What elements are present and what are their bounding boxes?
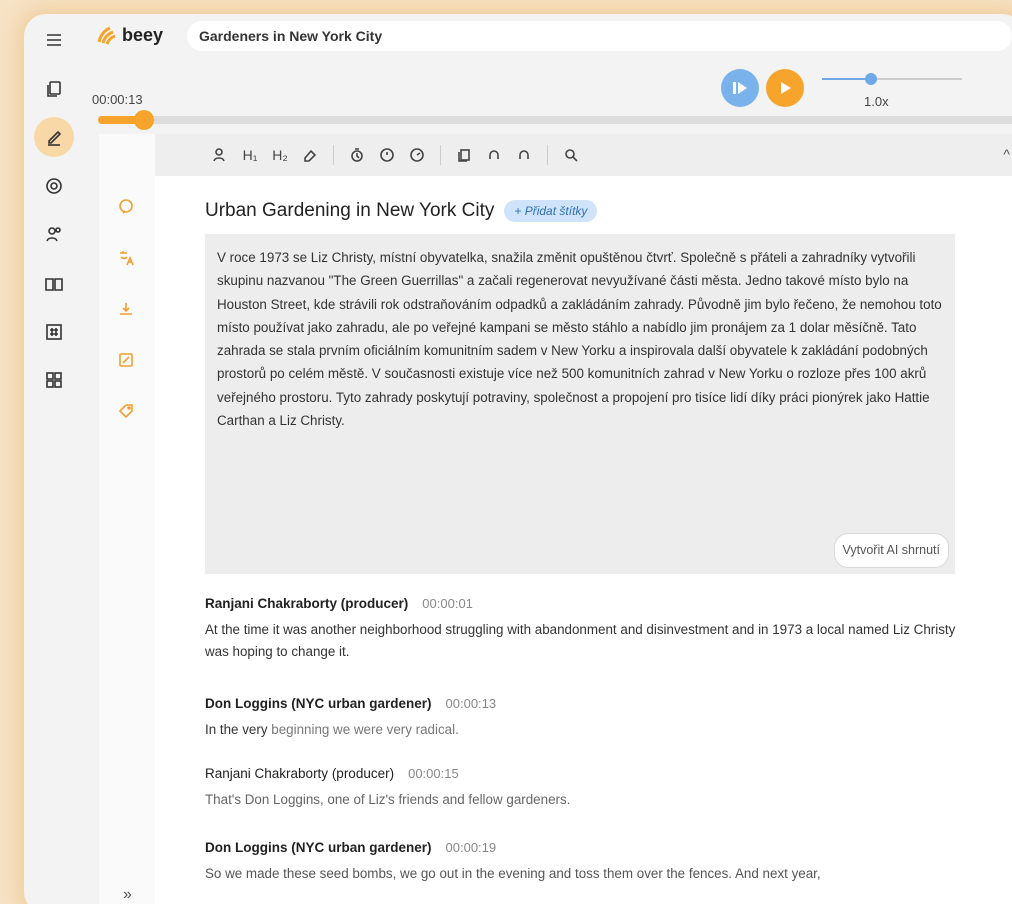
- segment-timestamp[interactable]: 00:00:19: [446, 840, 497, 855]
- progress-handle[interactable]: [134, 110, 155, 130]
- speed-label: 1.0x: [864, 94, 889, 109]
- transcript-segment: Ranjani Chakraborty (producer) 00:00:01 A…: [205, 596, 975, 663]
- speaker-label[interactable]: Don Loggins (NYC urban gardener) 00:00:13: [205, 696, 975, 711]
- add-tags-button[interactable]: + Přidat štítky: [504, 200, 598, 222]
- copy-icon[interactable]: [449, 140, 479, 170]
- transcript-segment: Don Loggins (NYC urban gardener) 00:00:13…: [205, 696, 975, 741]
- tag-icon[interactable]: [115, 400, 137, 422]
- redo-icon[interactable]: [509, 140, 539, 170]
- speaker-label[interactable]: Ranjani Chakraborty (producer) 00:00:15: [205, 766, 975, 781]
- document-heading: Urban Gardening in New York City + Přida…: [205, 200, 598, 222]
- segment-timestamp[interactable]: 00:00:13: [446, 696, 497, 711]
- toolbar-divider: [333, 145, 334, 165]
- heading2-button[interactable]: H₂: [265, 140, 295, 170]
- speaker-icon[interactable]: [205, 140, 235, 170]
- forward-icon[interactable]: [402, 140, 432, 170]
- rewind-icon[interactable]: [372, 140, 402, 170]
- chat-icon[interactable]: [115, 196, 137, 218]
- segment-text[interactable]: That's Don Loggins, one of Liz's friends…: [205, 789, 975, 811]
- edit-note-icon[interactable]: [115, 349, 137, 371]
- speed-slider[interactable]: [822, 73, 962, 85]
- document-title: Urban Gardening in New York City: [205, 200, 495, 221]
- playback-progress-bar[interactable]: [98, 110, 1012, 130]
- play-icon: [781, 82, 791, 94]
- summary-text: V roce 1973 se Liz Christy, místní obyva…: [217, 250, 942, 429]
- nav-rail: [24, 14, 86, 904]
- speaker-label[interactable]: Ranjani Chakraborty (producer) 00:00:01: [205, 596, 975, 611]
- toolbar-divider: [440, 145, 441, 165]
- segment-timestamp[interactable]: 00:00:01: [422, 596, 473, 611]
- segment-text[interactable]: At the time it was another neighborhood …: [205, 619, 975, 663]
- ai-summary-box: V roce 1973 se Liz Christy, místní obyva…: [205, 234, 955, 574]
- document-title-input[interactable]: Gardeners in New York City: [187, 21, 1012, 51]
- timestamp-icon[interactable]: [342, 140, 372, 170]
- hashtag-icon[interactable]: [34, 312, 74, 352]
- chevron-up-icon[interactable]: ^: [1003, 146, 1010, 162]
- search-icon[interactable]: [556, 140, 586, 170]
- dictionary-icon[interactable]: [34, 264, 74, 304]
- logo-text: beey: [122, 24, 164, 45]
- transcript-editor[interactable]: Urban Gardening in New York City + Přida…: [155, 176, 1012, 904]
- speed-slider-fill: [822, 78, 871, 80]
- menu-icon[interactable]: [34, 20, 74, 60]
- collapse-button[interactable]: »: [123, 886, 132, 904]
- beey-logo[interactable]: beey: [96, 24, 163, 46]
- undo-icon[interactable]: [479, 140, 509, 170]
- edit-icon[interactable]: [34, 117, 74, 157]
- app-window: beey Gardeners in New York City 00:00:13…: [24, 14, 1012, 904]
- segment-text-upcoming: beginning we were very radical.: [267, 722, 459, 737]
- transcript-segment: Ranjani Chakraborty (producer) 00:00:15 T…: [205, 766, 975, 811]
- play-segment-button[interactable]: [721, 69, 759, 107]
- create-ai-summary-button[interactable]: Vytvořit AI shrnutí: [833, 532, 949, 568]
- side-tools-panel: »: [99, 134, 155, 904]
- play-button[interactable]: [766, 69, 804, 107]
- transcript-segment: Don Loggins (NYC urban gardener) 00:00:19…: [205, 840, 975, 885]
- editor-toolbar: H₁ H₂ ^: [155, 134, 1012, 176]
- play-segment-icon: [733, 82, 747, 94]
- speed-slider-handle[interactable]: [865, 73, 877, 85]
- settings-icon[interactable]: [34, 166, 74, 206]
- eraser-icon[interactable]: [295, 140, 325, 170]
- segment-text[interactable]: So we made these seed bombs, we go out i…: [205, 863, 975, 885]
- toolbar-divider: [547, 145, 548, 165]
- download-icon[interactable]: [115, 298, 137, 320]
- translate-icon[interactable]: [115, 247, 137, 269]
- segment-timestamp[interactable]: 00:00:15: [408, 766, 459, 781]
- heading1-button[interactable]: H₁: [235, 140, 265, 170]
- logo-icon: [97, 26, 116, 45]
- segment-text[interactable]: In the very beginning we were very radic…: [205, 719, 975, 741]
- timecode: 00:00:13: [92, 92, 143, 107]
- documents-icon[interactable]: [34, 69, 74, 109]
- segment-text-played: In the very: [205, 722, 268, 737]
- speakers-icon[interactable]: [34, 214, 74, 254]
- speaker-label[interactable]: Don Loggins (NYC urban gardener) 00:00:19: [205, 840, 975, 855]
- apps-icon[interactable]: [34, 360, 74, 400]
